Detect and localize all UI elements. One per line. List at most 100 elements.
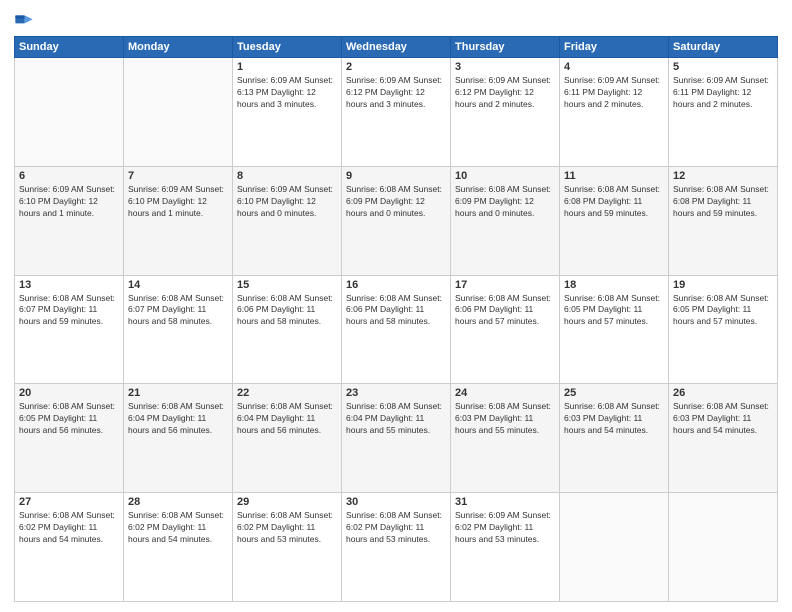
day-info: Sunrise: 6:08 AM Sunset: 6:02 PM Dayligh… — [346, 510, 446, 546]
calendar-day-cell: 3 Sunrise: 6:09 AM Sunset: 6:12 PM Daylig… — [451, 58, 560, 167]
calendar-body: 1 Sunrise: 6:09 AM Sunset: 6:13 PM Daylig… — [15, 58, 778, 602]
calendar-day-cell: 28 Sunrise: 6:08 AM Sunset: 6:02 PM Dayli… — [124, 493, 233, 602]
day-number: 25 — [564, 387, 664, 399]
calendar-day-cell: 16Sunrise: 6:08 AM Sunset: 6:06 PM Dayli… — [342, 275, 451, 384]
calendar-day-cell: 19 Sunrise: 6:08 AM Sunset: 6:05 PM Dayli… — [669, 275, 778, 384]
day-info: Sunrise: 6:08 AM Sunset: 6:07 PM Dayligh… — [19, 293, 119, 329]
calendar-day-cell: 4 Sunrise: 6:09 AM Sunset: 6:11 PM Daylig… — [560, 58, 669, 167]
calendar-day-cell — [560, 493, 669, 602]
calendar-header-cell: Tuesday — [233, 37, 342, 58]
calendar-day-cell: 11 Sunrise: 6:08 AM Sunset: 6:08 PM Dayli… — [560, 166, 669, 275]
calendar-week-row: 13 Sunrise: 6:08 AM Sunset: 6:07 PM Dayli… — [15, 275, 778, 384]
day-info: Sunrise: 6:08 AM Sunset: 6:05 PM Dayligh… — [673, 293, 773, 329]
day-info: Sunrise: 6:08 AM Sunset: 6:05 PM Dayligh… — [19, 401, 119, 437]
calendar-day-cell: 1 Sunrise: 6:09 AM Sunset: 6:13 PM Daylig… — [233, 58, 342, 167]
day-number: 26 — [673, 387, 773, 399]
day-info: Sunrise: 6:09 AM Sunset: 6:02 PM Dayligh… — [455, 510, 555, 546]
logo-icon — [14, 10, 34, 30]
day-number: 9 — [346, 170, 446, 182]
calendar-day-cell — [669, 493, 778, 602]
calendar-day-cell: 21 Sunrise: 6:08 AM Sunset: 6:04 PM Dayli… — [124, 384, 233, 493]
day-number: 1 — [237, 61, 337, 73]
day-info: Sunrise: 6:09 AM Sunset: 6:12 PM Dayligh… — [455, 75, 555, 111]
calendar-day-cell: 30 Sunrise: 6:08 AM Sunset: 6:02 PM Dayli… — [342, 493, 451, 602]
calendar-day-cell: 9 Sunrise: 6:08 AM Sunset: 6:09 PM Daylig… — [342, 166, 451, 275]
calendar-day-cell: 6 Sunrise: 6:09 AM Sunset: 6:10 PM Daylig… — [15, 166, 124, 275]
day-info: Sunrise: 6:09 AM Sunset: 6:13 PM Dayligh… — [237, 75, 337, 111]
day-info: Sunrise: 6:08 AM Sunset: 6:04 PM Dayligh… — [237, 401, 337, 437]
calendar-day-cell: 23 Sunrise: 6:08 AM Sunset: 6:04 PM Dayli… — [342, 384, 451, 493]
calendar-day-cell: 25 Sunrise: 6:08 AM Sunset: 6:03 PM Dayli… — [560, 384, 669, 493]
calendar-header-cell: Saturday — [669, 37, 778, 58]
day-info: Sunrise: 6:09 AM Sunset: 6:11 PM Dayligh… — [673, 75, 773, 111]
day-info: Sunrise: 6:08 AM Sunset: 6:03 PM Dayligh… — [564, 401, 664, 437]
calendar-day-cell: 22 Sunrise: 6:08 AM Sunset: 6:04 PM Dayli… — [233, 384, 342, 493]
day-number: 19 — [673, 279, 773, 291]
day-number: 24 — [455, 387, 555, 399]
calendar-week-row: 1 Sunrise: 6:09 AM Sunset: 6:13 PM Daylig… — [15, 58, 778, 167]
day-number: 16 — [346, 279, 446, 291]
day-number: 18 — [564, 279, 664, 291]
calendar-day-cell: 7Sunrise: 6:09 AM Sunset: 6:10 PM Daylig… — [124, 166, 233, 275]
calendar-day-cell: 29 Sunrise: 6:08 AM Sunset: 6:02 PM Dayli… — [233, 493, 342, 602]
day-number: 2 — [346, 61, 446, 73]
day-number: 4 — [564, 61, 664, 73]
day-info: Sunrise: 6:08 AM Sunset: 6:04 PM Dayligh… — [128, 401, 228, 437]
calendar-week-row: 6 Sunrise: 6:09 AM Sunset: 6:10 PM Daylig… — [15, 166, 778, 275]
calendar-day-cell: 31 Sunrise: 6:09 AM Sunset: 6:02 PM Dayli… — [451, 493, 560, 602]
calendar-day-cell — [124, 58, 233, 167]
day-number: 8 — [237, 170, 337, 182]
day-number: 23 — [346, 387, 446, 399]
calendar-day-cell — [15, 58, 124, 167]
day-number: 21 — [128, 387, 228, 399]
calendar-week-row: 20 Sunrise: 6:08 AM Sunset: 6:05 PM Dayli… — [15, 384, 778, 493]
calendar-header-cell: Wednesday — [342, 37, 451, 58]
calendar-day-cell: 27Sunrise: 6:08 AM Sunset: 6:02 PM Dayli… — [15, 493, 124, 602]
calendar-day-cell: 10 Sunrise: 6:08 AM Sunset: 6:09 PM Dayli… — [451, 166, 560, 275]
day-info: Sunrise: 6:09 AM Sunset: 6:10 PM Dayligh… — [19, 184, 119, 220]
day-info: Sunrise: 6:08 AM Sunset: 6:08 PM Dayligh… — [564, 184, 664, 220]
day-number: 12 — [673, 170, 773, 182]
day-number: 22 — [237, 387, 337, 399]
day-number: 7 — [128, 170, 228, 182]
day-info: Sunrise: 6:08 AM Sunset: 6:02 PM Dayligh… — [237, 510, 337, 546]
calendar-day-cell: 8 Sunrise: 6:09 AM Sunset: 6:10 PM Daylig… — [233, 166, 342, 275]
calendar-header-cell: Friday — [560, 37, 669, 58]
day-number: 28 — [128, 496, 228, 508]
calendar-table: SundayMondayTuesdayWednesdayThursdayFrid… — [14, 36, 778, 602]
day-info: Sunrise: 6:08 AM Sunset: 6:04 PM Dayligh… — [346, 401, 446, 437]
day-info: Sunrise: 6:09 AM Sunset: 6:10 PM Dayligh… — [237, 184, 337, 220]
calendar-day-cell: 20 Sunrise: 6:08 AM Sunset: 6:05 PM Dayli… — [15, 384, 124, 493]
day-number: 6 — [19, 170, 119, 182]
day-info: Sunrise: 6:08 AM Sunset: 6:06 PM Dayligh… — [237, 293, 337, 329]
day-info: Sunrise: 6:09 AM Sunset: 6:12 PM Dayligh… — [346, 75, 446, 111]
day-number: 13 — [19, 279, 119, 291]
day-number: 5 — [673, 61, 773, 73]
day-info: Sunrise: 6:08 AM Sunset: 6:02 PM Dayligh… — [128, 510, 228, 546]
day-number: 20 — [19, 387, 119, 399]
calendar-day-cell: 24 Sunrise: 6:08 AM Sunset: 6:03 PM Dayli… — [451, 384, 560, 493]
day-number: 31 — [455, 496, 555, 508]
day-info: Sunrise: 6:08 AM Sunset: 6:05 PM Dayligh… — [564, 293, 664, 329]
day-info: Sunrise: 6:08 AM Sunset: 6:09 PM Dayligh… — [455, 184, 555, 220]
calendar-header-cell: Sunday — [15, 37, 124, 58]
calendar-day-cell: 13 Sunrise: 6:08 AM Sunset: 6:07 PM Dayli… — [15, 275, 124, 384]
day-number: 27 — [19, 496, 119, 508]
day-number: 14 — [128, 279, 228, 291]
calendar-header-cell: Monday — [124, 37, 233, 58]
calendar-header-cell: Thursday — [451, 37, 560, 58]
calendar-day-cell: 15Sunrise: 6:08 AM Sunset: 6:06 PM Dayli… — [233, 275, 342, 384]
day-number: 3 — [455, 61, 555, 73]
day-info: Sunrise: 6:08 AM Sunset: 6:03 PM Dayligh… — [455, 401, 555, 437]
calendar-day-cell: 5 Sunrise: 6:09 AM Sunset: 6:11 PM Daylig… — [669, 58, 778, 167]
day-number: 11 — [564, 170, 664, 182]
day-number: 29 — [237, 496, 337, 508]
calendar-header-row: SundayMondayTuesdayWednesdayThursdayFrid… — [15, 37, 778, 58]
day-number: 30 — [346, 496, 446, 508]
day-number: 10 — [455, 170, 555, 182]
calendar-day-cell: 12Sunrise: 6:08 AM Sunset: 6:08 PM Dayli… — [669, 166, 778, 275]
logo — [14, 10, 36, 30]
page: SundayMondayTuesdayWednesdayThursdayFrid… — [0, 0, 792, 612]
day-info: Sunrise: 6:08 AM Sunset: 6:09 PM Dayligh… — [346, 184, 446, 220]
day-info: Sunrise: 6:09 AM Sunset: 6:11 PM Dayligh… — [564, 75, 664, 111]
